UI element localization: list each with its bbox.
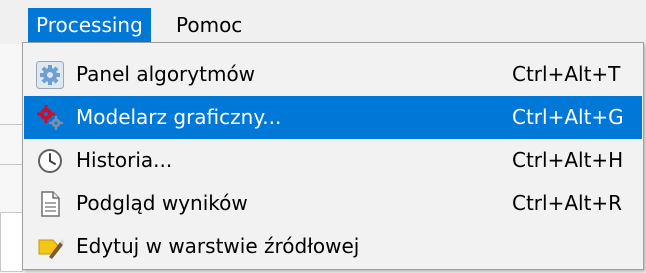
menu-item-shortcut: Ctrl+Alt+T bbox=[512, 62, 621, 86]
background-toolbar-divider bbox=[0, 164, 22, 165]
clock-icon bbox=[36, 147, 64, 175]
gear-icon bbox=[36, 61, 64, 89]
menu-help[interactable]: Pomoc bbox=[168, 8, 250, 42]
menu-item-label: Modelarz graficzny... bbox=[76, 105, 282, 129]
menu-item-label: Podgląd wyników bbox=[76, 191, 248, 215]
menu-item-shortcut: Ctrl+Alt+G bbox=[512, 105, 624, 129]
background-toolbar-divider bbox=[0, 124, 22, 125]
menu-item-label: Edytuj w warstwie źródłowej bbox=[76, 234, 360, 258]
edit-tag-icon bbox=[36, 233, 64, 261]
menu-help-label: Pomoc bbox=[176, 13, 243, 37]
model-gears-icon bbox=[36, 104, 64, 132]
document-icon bbox=[36, 190, 64, 218]
menu-processing[interactable]: Processing bbox=[28, 8, 151, 42]
menu-item-shortcut: Ctrl+Alt+H bbox=[512, 148, 624, 172]
menu-item-graphical-modeler[interactable]: Modelarz graficzny... Ctrl+Alt+G bbox=[24, 96, 642, 139]
background-panel-fragment bbox=[0, 212, 23, 272]
menu-item-label: Panel algorytmów bbox=[76, 62, 256, 86]
processing-dropdown-menu: Panel algorytmów Ctrl+Alt+T Modelarz gra… bbox=[22, 42, 644, 270]
menu-item-algorithm-panel[interactable]: Panel algorytmów Ctrl+Alt+T bbox=[24, 53, 642, 96]
menu-processing-label: Processing bbox=[36, 13, 143, 37]
menu-bar: Processing Pomoc bbox=[0, 0, 646, 44]
menu-item-label: Historia... bbox=[76, 148, 173, 172]
menu-item-history[interactable]: Historia... Ctrl+Alt+H bbox=[24, 139, 642, 182]
menu-item-results-viewer[interactable]: Podgląd wyników Ctrl+Alt+R bbox=[24, 182, 642, 225]
menu-item-edit-in-source-layer[interactable]: Edytuj w warstwie źródłowej bbox=[24, 225, 642, 268]
menu-item-shortcut: Ctrl+Alt+R bbox=[512, 191, 623, 215]
